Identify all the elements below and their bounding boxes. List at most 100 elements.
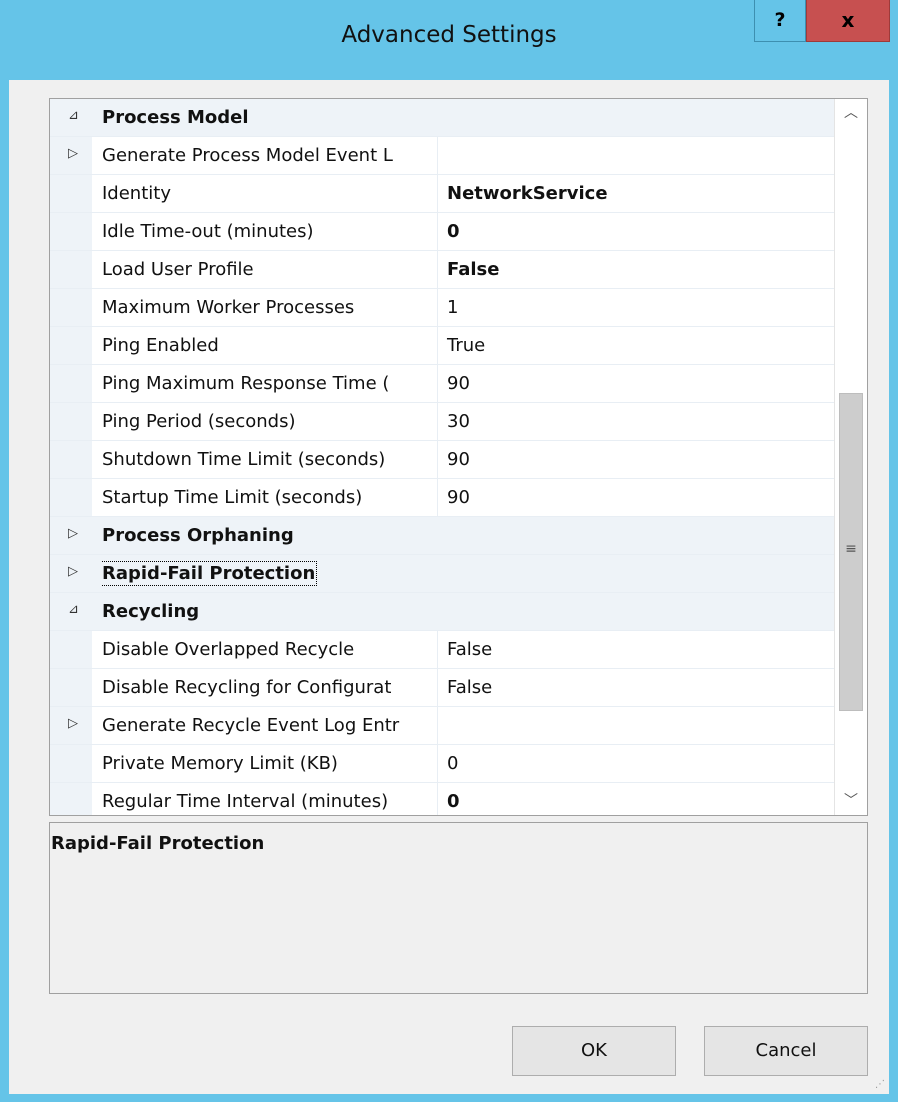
row-gutter: [50, 327, 92, 364]
category-name: Process Model: [102, 99, 702, 136]
expand-arrow-icon[interactable]: ▷: [68, 146, 78, 161]
property-row[interactable]: Disable Overlapped Recycle False: [50, 631, 836, 669]
row-gutter: ▷: [50, 555, 92, 592]
grip-icon: ≡: [845, 541, 857, 557]
property-value[interactable]: 0: [447, 213, 827, 250]
expand-arrow-icon[interactable]: ▷: [68, 716, 78, 731]
advanced-settings-dialog: Advanced Settings ? x ⊿ Process Model ▷ Gen…: [0, 0, 898, 1102]
row-label: Rapid-Fail Protection: [102, 561, 318, 586]
property-name: Disable Overlapped Recycle: [102, 631, 438, 668]
property-row[interactable]: Private Memory Limit (KB) 0: [50, 745, 836, 783]
scroll-thumb[interactable]: ≡: [839, 393, 863, 711]
row-gutter: [50, 783, 92, 815]
property-name: Regular Time Interval (minutes): [102, 783, 438, 815]
help-button[interactable]: ?: [754, 0, 806, 42]
property-row[interactable]: Idle Time-out (minutes) 0: [50, 213, 836, 251]
row-label: Generate Process Model Event L: [102, 145, 393, 166]
property-name: Ping Enabled: [102, 327, 438, 364]
row-label: Ping Maximum Response Time (: [102, 373, 390, 394]
resize-grip-icon[interactable]: ⋰: [875, 1079, 885, 1090]
description-panel: Rapid-Fail Protection: [49, 822, 868, 994]
property-value[interactable]: 0: [447, 783, 827, 815]
row-label: Idle Time-out (minutes): [102, 221, 314, 242]
dialog-body: ⊿ Process Model ▷ Generate Process Model Ev…: [9, 80, 889, 1094]
property-value[interactable]: False: [447, 631, 827, 668]
property-value[interactable]: True: [447, 327, 827, 364]
row-gutter: [50, 403, 92, 440]
property-value[interactable]: [447, 707, 827, 744]
row-label: Load User Profile: [102, 259, 254, 280]
property-name: Disable Recycling for Configurat: [102, 669, 438, 706]
property-row[interactable]: Identity NetworkService: [50, 175, 836, 213]
property-name: Private Memory Limit (KB): [102, 745, 438, 782]
property-row[interactable]: Ping Period (seconds) 30: [50, 403, 836, 441]
property-value[interactable]: False: [447, 669, 827, 706]
row-gutter: [50, 213, 92, 250]
row-gutter: ⊿: [50, 593, 92, 630]
collapse-arrow-icon[interactable]: ⊿: [68, 602, 79, 617]
row-gutter: [50, 289, 92, 326]
row-gutter: [50, 631, 92, 668]
property-row[interactable]: Shutdown Time Limit (seconds) 90: [50, 441, 836, 479]
property-row[interactable]: Disable Recycling for Configurat False: [50, 669, 836, 707]
row-label: Disable Overlapped Recycle: [102, 639, 355, 660]
category-name: Recycling: [102, 593, 702, 630]
property-name: Idle Time-out (minutes): [102, 213, 438, 250]
row-gutter: ▷: [50, 517, 92, 554]
property-name: Maximum Worker Processes: [102, 289, 438, 326]
property-rows: ⊿ Process Model ▷ Generate Process Model Ev…: [50, 99, 836, 815]
property-value[interactable]: [447, 137, 827, 174]
category-row[interactable]: ⊿ Process Model: [50, 99, 836, 137]
property-value[interactable]: 90: [447, 479, 827, 516]
property-name: Ping Maximum Response Time (: [102, 365, 438, 402]
category-row[interactable]: ⊿ Recycling: [50, 593, 836, 631]
property-value[interactable]: 30: [447, 403, 827, 440]
row-gutter: [50, 365, 92, 402]
row-gutter: [50, 175, 92, 212]
property-name: Generate Process Model Event L: [102, 137, 438, 174]
collapse-arrow-icon[interactable]: ⊿: [68, 108, 79, 123]
expand-arrow-icon[interactable]: ▷: [68, 564, 78, 579]
vertical-scrollbar[interactable]: ︿ ≡ ﹀: [834, 99, 867, 815]
property-name: Ping Period (seconds): [102, 403, 438, 440]
title-bar[interactable]: Advanced Settings ? x: [0, 0, 898, 80]
row-gutter: ⊿: [50, 99, 92, 136]
property-name: Shutdown Time Limit (seconds): [102, 441, 438, 478]
property-row[interactable]: Ping Maximum Response Time ( 90: [50, 365, 836, 403]
property-value[interactable]: 90: [447, 441, 827, 478]
property-row[interactable]: ▷ Generate Process Model Event L: [50, 137, 836, 175]
row-label: Disable Recycling for Configurat: [102, 677, 392, 698]
row-gutter: [50, 479, 92, 516]
row-label: Startup Time Limit (seconds): [102, 487, 363, 508]
scroll-up-arrow-icon[interactable]: ︿: [835, 99, 867, 127]
category-row[interactable]: ▷ Process Orphaning: [50, 517, 836, 555]
row-label: Shutdown Time Limit (seconds): [102, 449, 386, 470]
row-label: Regular Time Interval (minutes): [102, 791, 389, 812]
property-row[interactable]: Startup Time Limit (seconds) 90: [50, 479, 836, 517]
property-value[interactable]: False: [447, 251, 827, 288]
property-row[interactable]: Maximum Worker Processes 1: [50, 289, 836, 327]
property-name: Startup Time Limit (seconds): [102, 479, 438, 516]
row-label: Process Model: [102, 107, 249, 128]
row-label: Recycling: [102, 601, 200, 622]
category-row[interactable]: ▷ Rapid-Fail Protection: [50, 555, 836, 593]
expand-arrow-icon[interactable]: ▷: [68, 526, 78, 541]
property-value[interactable]: 0: [447, 745, 827, 782]
row-label: Generate Recycle Event Log Entr: [102, 715, 400, 736]
row-label: Process Orphaning: [102, 525, 294, 546]
cancel-button[interactable]: Cancel: [704, 1026, 868, 1076]
property-name: Generate Recycle Event Log Entr: [102, 707, 438, 744]
property-row[interactable]: Load User Profile False: [50, 251, 836, 289]
property-row[interactable]: ▷ Generate Recycle Event Log Entr: [50, 707, 836, 745]
ok-button[interactable]: OK: [512, 1026, 676, 1076]
close-button[interactable]: x: [806, 0, 890, 42]
scroll-down-arrow-icon[interactable]: ﹀: [835, 787, 867, 815]
property-name: Identity: [102, 175, 438, 212]
property-row[interactable]: Regular Time Interval (minutes) 0: [50, 783, 836, 815]
property-value[interactable]: 90: [447, 365, 827, 402]
description-title: Rapid-Fail Protection: [51, 833, 265, 854]
property-value[interactable]: NetworkService: [447, 175, 827, 212]
row-gutter: [50, 251, 92, 288]
property-value[interactable]: 1: [447, 289, 827, 326]
property-row[interactable]: Ping Enabled True: [50, 327, 836, 365]
